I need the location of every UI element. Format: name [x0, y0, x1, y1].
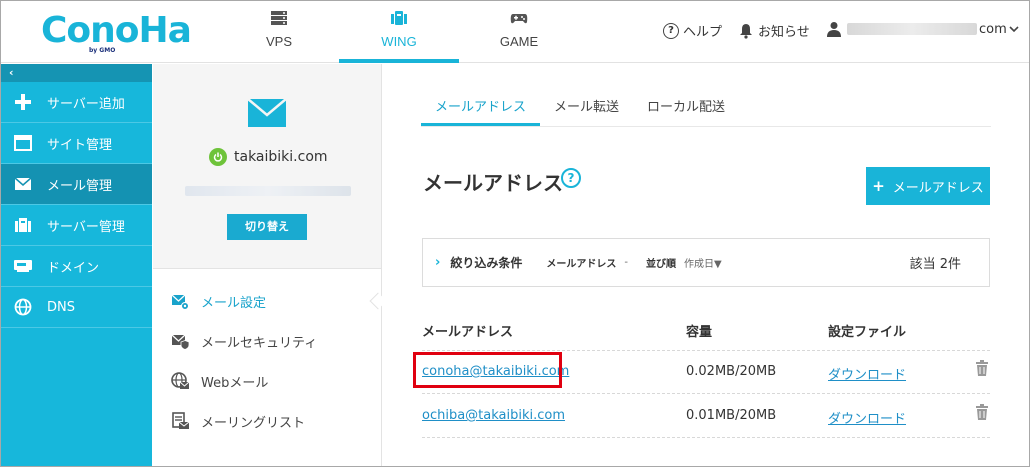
gamepad-icon	[510, 14, 528, 24]
app-frame: ConoHa by GMO VPS WING GAME ? ヘルプ お知らせ c…	[0, 0, 1030, 467]
sidebar-item-site-manage[interactable]: サイト管理	[1, 123, 152, 164]
sidebar-item-mail-manage[interactable]: メール管理	[1, 164, 152, 205]
subpanel-item-mail-settings[interactable]: メール設定	[153, 281, 381, 321]
help-link[interactable]: ? ヘルプ	[663, 21, 722, 40]
top-header: ConoHa by GMO VPS WING GAME ? ヘルプ お知らせ c…	[1, 1, 1029, 63]
tab-mail-address[interactable]: メールアドレス	[421, 86, 541, 126]
tabs-divider	[421, 126, 991, 127]
email-link-row-2[interactable]: ochiba@takaibiki.com	[422, 408, 565, 423]
chevron-down-icon	[1009, 26, 1019, 33]
subpanel-item-webmail[interactable]: Webメール	[153, 361, 381, 401]
help-icon: ?	[663, 22, 679, 39]
download-link-row-1[interactable]: ダウンロード	[828, 364, 906, 383]
filter-title: 絞り込み条件	[450, 256, 523, 270]
notice-label: お知らせ	[758, 25, 810, 40]
result-count: 該当 2件	[909, 257, 961, 272]
download-link-row-2[interactable]: ダウンロード	[828, 408, 906, 427]
row-separator	[422, 350, 990, 351]
sidebar-item-server-manage[interactable]: サーバー管理	[1, 205, 152, 246]
subpanel-item-mail-security[interactable]: メールセキュリティ	[153, 321, 381, 361]
page-title: メールアドレス	[423, 171, 563, 195]
row-separator	[422, 393, 990, 394]
tab-local-delivery[interactable]: ローカル配送	[633, 86, 739, 126]
plus-icon	[13, 93, 33, 111]
filter-sort-value[interactable]: 作成日▼	[684, 255, 722, 270]
user-icon	[827, 22, 841, 37]
left-sidebar: ‹ サーバー追加 サイト管理 メール管理 サーバー管理 ドメイン DNS	[1, 64, 152, 466]
domain-card: takaibiki.com 切り替え	[153, 64, 381, 269]
trash-icon[interactable]	[975, 404, 989, 420]
mailing-list-icon	[172, 412, 189, 429]
mail-security-icon	[171, 334, 189, 350]
sidebar-item-label: ドメイン	[47, 260, 100, 276]
highlight-box	[413, 352, 562, 388]
nav-tab-wing[interactable]: WING	[339, 1, 459, 63]
account-email-redacted	[847, 23, 977, 35]
wing-icon	[391, 11, 407, 25]
server-icon	[271, 11, 287, 25]
mail-settings-icon	[171, 294, 189, 310]
plus-icon: +	[872, 177, 885, 195]
mail-subpanel: takaibiki.com 切り替え メール設定 メールセキュリティ Webメー…	[153, 64, 382, 466]
mail-large-icon	[247, 98, 287, 127]
column-header-config-file: 設定ファイル	[828, 325, 907, 340]
subpanel-item-label: メール設定	[201, 295, 267, 311]
notice-link[interactable]: お知らせ	[739, 21, 810, 40]
add-button-label: メールアドレス	[892, 180, 984, 196]
nav-label-wing: WING	[381, 34, 417, 49]
add-mail-address-button[interactable]: + メールアドレス	[866, 167, 990, 205]
filter-email-value: -	[624, 257, 628, 268]
subpanel-item-label: メールセキュリティ	[201, 335, 318, 351]
sidebar-item-label: サーバー管理	[47, 219, 125, 235]
webmail-icon	[171, 372, 189, 389]
capacity-row-1: 0.02MB/20MB	[686, 364, 777, 379]
row-separator	[422, 437, 990, 438]
chevron-right-icon: ›	[435, 255, 441, 270]
nav-label-vps: VPS	[265, 34, 292, 49]
domain-name: takaibiki.com	[234, 149, 328, 165]
main-content: メールアドレス メール転送 ローカル配送 メールアドレス ? + メールアドレス…	[383, 64, 1029, 466]
filter-sort-label: 並び順	[645, 259, 676, 270]
subpanel-item-label: メーリングリスト	[201, 415, 306, 431]
nav-tab-game[interactable]: GAME	[459, 1, 579, 63]
sidebar-item-label: DNS	[47, 299, 75, 315]
column-header-email: メールアドレス	[422, 325, 514, 340]
redacted-info	[185, 186, 351, 196]
filter-bar[interactable]: › 絞り込み条件 メールアドレス - 並び順 作成日▼ 該当 2件	[422, 238, 990, 287]
sidebar-item-dns[interactable]: DNS	[1, 287, 152, 328]
sidebar-item-label: サーバー追加	[47, 96, 125, 112]
trash-icon[interactable]	[975, 360, 989, 376]
capacity-row-2: 0.01MB/20MB	[686, 408, 777, 423]
account-menu[interactable]: com	[827, 21, 1019, 37]
envelope-icon	[13, 175, 33, 193]
globe-icon	[13, 298, 33, 316]
window-icon	[13, 134, 33, 152]
subpanel-item-mailing-list[interactable]: メーリングリスト	[153, 401, 381, 441]
sidebar-item-label: メール管理	[47, 178, 113, 194]
sidebar-item-add-server[interactable]: サーバー追加	[1, 82, 152, 123]
server-manage-icon	[13, 216, 33, 234]
logo-gmo: by GMO	[89, 47, 116, 54]
sidebar-collapse-button[interactable]: ‹	[1, 64, 152, 82]
sidebar-item-label: サイト管理	[47, 137, 113, 153]
conoha-logo[interactable]: ConoHa by GMO	[41, 9, 192, 59]
bell-icon	[740, 23, 752, 39]
help-circle-icon[interactable]: ?	[561, 168, 581, 188]
sidebar-item-domain[interactable]: ドメイン	[1, 246, 152, 287]
help-label: ヘルプ	[683, 25, 723, 40]
current-domain: takaibiki.com	[209, 148, 328, 166]
domain-icon	[13, 257, 33, 275]
nav-label-game: GAME	[499, 34, 539, 49]
mail-tabs: メールアドレス メール転送 ローカル配送	[421, 86, 739, 126]
nav-tab-vps[interactable]: VPS	[219, 1, 339, 63]
power-icon	[209, 148, 227, 166]
subpanel-item-label: Webメール	[201, 375, 269, 391]
column-header-capacity: 容量	[686, 325, 713, 340]
logo-text: ConoHa	[41, 10, 192, 51]
tab-mail-forward[interactable]: メール転送	[540, 86, 633, 126]
account-suffix: com	[979, 21, 1007, 37]
switch-domain-button[interactable]: 切り替え	[227, 214, 307, 240]
filter-email-label: メールアドレス	[546, 259, 617, 270]
